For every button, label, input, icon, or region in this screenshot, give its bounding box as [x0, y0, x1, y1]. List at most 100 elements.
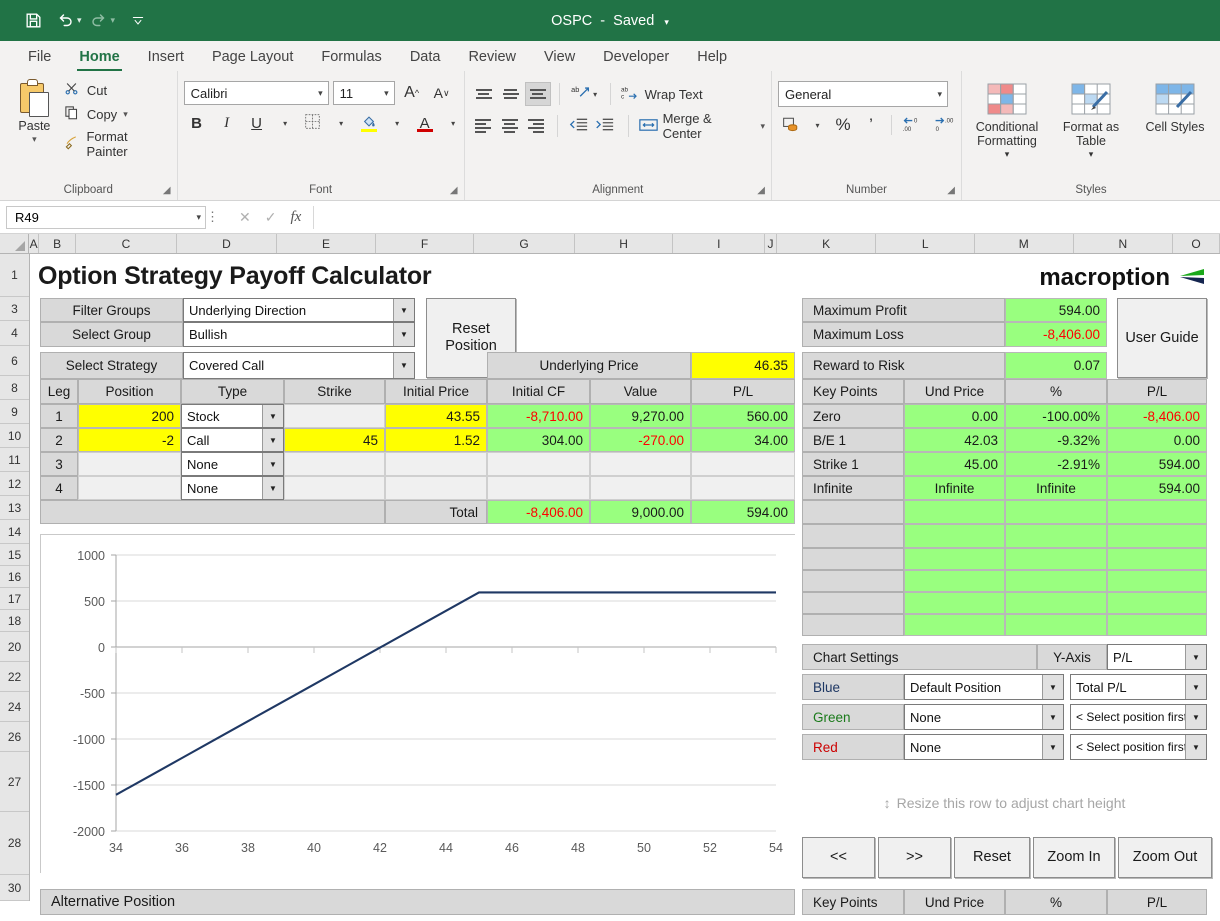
increase-decimal-button[interactable]: 0 .00 — [899, 113, 928, 137]
tab-file[interactable]: File — [14, 46, 65, 71]
font-color-dropdown-button[interactable]: ▾ — [442, 111, 464, 135]
increase-font-size-button[interactable]: A ^ — [399, 81, 425, 105]
leg-4-strike[interactable] — [284, 476, 385, 500]
confirm-edit-icon[interactable]: ✓ — [265, 209, 277, 226]
user-guide-button[interactable]: User Guide — [1117, 298, 1207, 378]
row-header-17[interactable]: 17 — [0, 588, 29, 610]
wrap-text-button[interactable]: ab c Wrap Text — [621, 81, 703, 107]
underlying-price-value[interactable]: 46.35 — [691, 352, 795, 379]
tab-developer[interactable]: Developer — [589, 46, 683, 71]
column-header-J[interactable]: J — [765, 234, 777, 253]
series-blue-position-dropdown[interactable]: Default Position ▼ — [904, 674, 1064, 700]
cut-button[interactable]: Cut — [63, 81, 171, 99]
row-header-22[interactable]: 22 — [0, 662, 29, 692]
column-header-B[interactable]: B — [39, 234, 77, 253]
chevron-down-icon[interactable]: ▼ — [262, 405, 283, 427]
format-as-table-button[interactable]: Format as Table ▾ — [1052, 83, 1130, 159]
row-header-18[interactable]: 18 — [0, 610, 29, 632]
leg-1-strike[interactable] — [284, 404, 385, 428]
paste-button[interactable]: Paste ▾ — [6, 77, 63, 145]
row-header-11[interactable]: 11 — [0, 448, 29, 472]
fill-color-dropdown-button[interactable]: ▾ — [386, 111, 408, 135]
leg-4-type-dropdown[interactable]: None ▼ — [181, 476, 284, 500]
chevron-down-icon[interactable]: ▼ — [262, 477, 283, 499]
chevron-down-icon[interactable]: ▾ — [196, 212, 201, 223]
column-header-E[interactable]: E — [277, 234, 376, 253]
leg-1-type-dropdown[interactable]: Stock ▼ — [181, 404, 284, 428]
select-all-corner[interactable] — [0, 234, 30, 253]
chevron-down-icon[interactable]: ▾ — [381, 88, 392, 99]
copy-button[interactable]: Copy ▾ — [63, 105, 171, 123]
column-header-F[interactable]: F — [376, 234, 475, 253]
borders-button[interactable] — [300, 111, 326, 135]
font-name-combo[interactable]: Calibri ▾ — [183, 81, 329, 105]
row-header-12[interactable]: 12 — [0, 472, 29, 496]
align-bottom-button[interactable] — [524, 82, 551, 106]
fill-color-button[interactable] — [356, 111, 382, 135]
underline-button[interactable]: U — [244, 111, 270, 135]
conditional-formatting-button[interactable]: Conditional Formatting ▾ — [968, 83, 1046, 159]
italic-button[interactable]: I — [214, 111, 240, 135]
chart-pan-left-button[interactable]: << — [802, 837, 875, 878]
chevron-down-icon[interactable]: ▼ — [393, 353, 414, 378]
row-header-27[interactable]: 27 — [0, 752, 29, 812]
series-green-metric-dropdown[interactable]: < Select position first ▼ — [1070, 704, 1207, 730]
orientation-button[interactable]: ab ▾ — [568, 82, 600, 106]
align-top-button[interactable] — [471, 82, 497, 106]
row-header-28[interactable]: 28 — [0, 812, 29, 875]
paste-dropdown-icon[interactable]: ▾ — [32, 134, 37, 145]
redo-icon[interactable] — [84, 7, 114, 35]
undo-dropdown-icon[interactable]: ▾ — [77, 15, 82, 26]
tab-insert[interactable]: Insert — [134, 46, 198, 71]
title-dropdown-icon[interactable]: ▾ — [664, 17, 669, 27]
row-header-24[interactable]: 24 — [0, 692, 29, 722]
tab-home[interactable]: Home — [65, 46, 133, 71]
clipboard-dialog-launcher-icon[interactable]: ◢ — [163, 183, 171, 199]
chevron-down-icon[interactable]: ▼ — [1185, 705, 1206, 729]
cell-styles-button[interactable]: Cell Styles — [1136, 83, 1214, 134]
row-header-14[interactable]: 14 — [0, 520, 29, 544]
column-header-A[interactable]: A — [29, 234, 40, 253]
series-green-position-dropdown[interactable]: None ▼ — [904, 704, 1064, 730]
name-box[interactable]: R49 ▾ — [6, 205, 206, 229]
leg-3-strike[interactable] — [284, 452, 385, 476]
format-painter-button[interactable]: Format Painter — [63, 129, 171, 159]
row-header-30[interactable]: 30 — [0, 875, 29, 901]
font-color-button[interactable]: A — [412, 111, 438, 135]
chevron-down-icon[interactable]: ▼ — [1185, 675, 1206, 699]
tab-formulas[interactable]: Formulas — [307, 46, 395, 71]
insert-function-icon[interactable]: fx — [290, 209, 301, 226]
row-header-6[interactable]: 6 — [0, 346, 29, 376]
leg-4-position[interactable] — [78, 476, 181, 500]
leg-3-position[interactable] — [78, 452, 181, 476]
leg-2-position[interactable]: -2 — [78, 428, 181, 452]
row-header-1[interactable]: 1 — [0, 254, 29, 297]
merge-center-dropdown-icon[interactable]: ▾ — [760, 121, 765, 132]
accounting-format-button[interactable] — [778, 113, 804, 137]
column-header-D[interactable]: D — [177, 234, 278, 253]
row-header-3[interactable]: 3 — [0, 297, 29, 321]
column-header-H[interactable]: H — [575, 234, 674, 253]
percent-style-button[interactable]: % — [830, 113, 856, 137]
comma-style-button[interactable]: ’ — [858, 113, 884, 137]
column-header-M[interactable]: M — [975, 234, 1074, 253]
tab-page-layout[interactable]: Page Layout — [198, 46, 307, 71]
align-middle-button[interactable] — [498, 82, 524, 106]
column-header-L[interactable]: L — [876, 234, 975, 253]
leg-2-initial-price[interactable]: 1.52 — [385, 428, 487, 452]
column-header-C[interactable]: C — [76, 234, 177, 253]
chevron-down-icon[interactable]: ▼ — [262, 429, 283, 451]
row-header-10[interactable]: 10 — [0, 424, 29, 448]
chevron-down-icon[interactable]: ▼ — [1185, 735, 1206, 759]
column-header-N[interactable]: N — [1074, 234, 1174, 253]
chart-pan-right-button[interactable]: >> — [878, 837, 951, 878]
chevron-down-icon[interactable]: ▼ — [1042, 705, 1063, 729]
leg-1-initial-price[interactable]: 43.55 — [385, 404, 487, 428]
decrease-indent-button[interactable] — [566, 114, 591, 138]
undo-icon[interactable] — [50, 7, 80, 35]
bold-button[interactable]: B — [184, 111, 210, 135]
row-header-16[interactable]: 16 — [0, 566, 29, 588]
font-dialog-launcher-icon[interactable]: ◢ — [450, 183, 458, 199]
row-header-4[interactable]: 4 — [0, 321, 29, 346]
chevron-down-icon[interactable]: ▼ — [393, 323, 414, 346]
